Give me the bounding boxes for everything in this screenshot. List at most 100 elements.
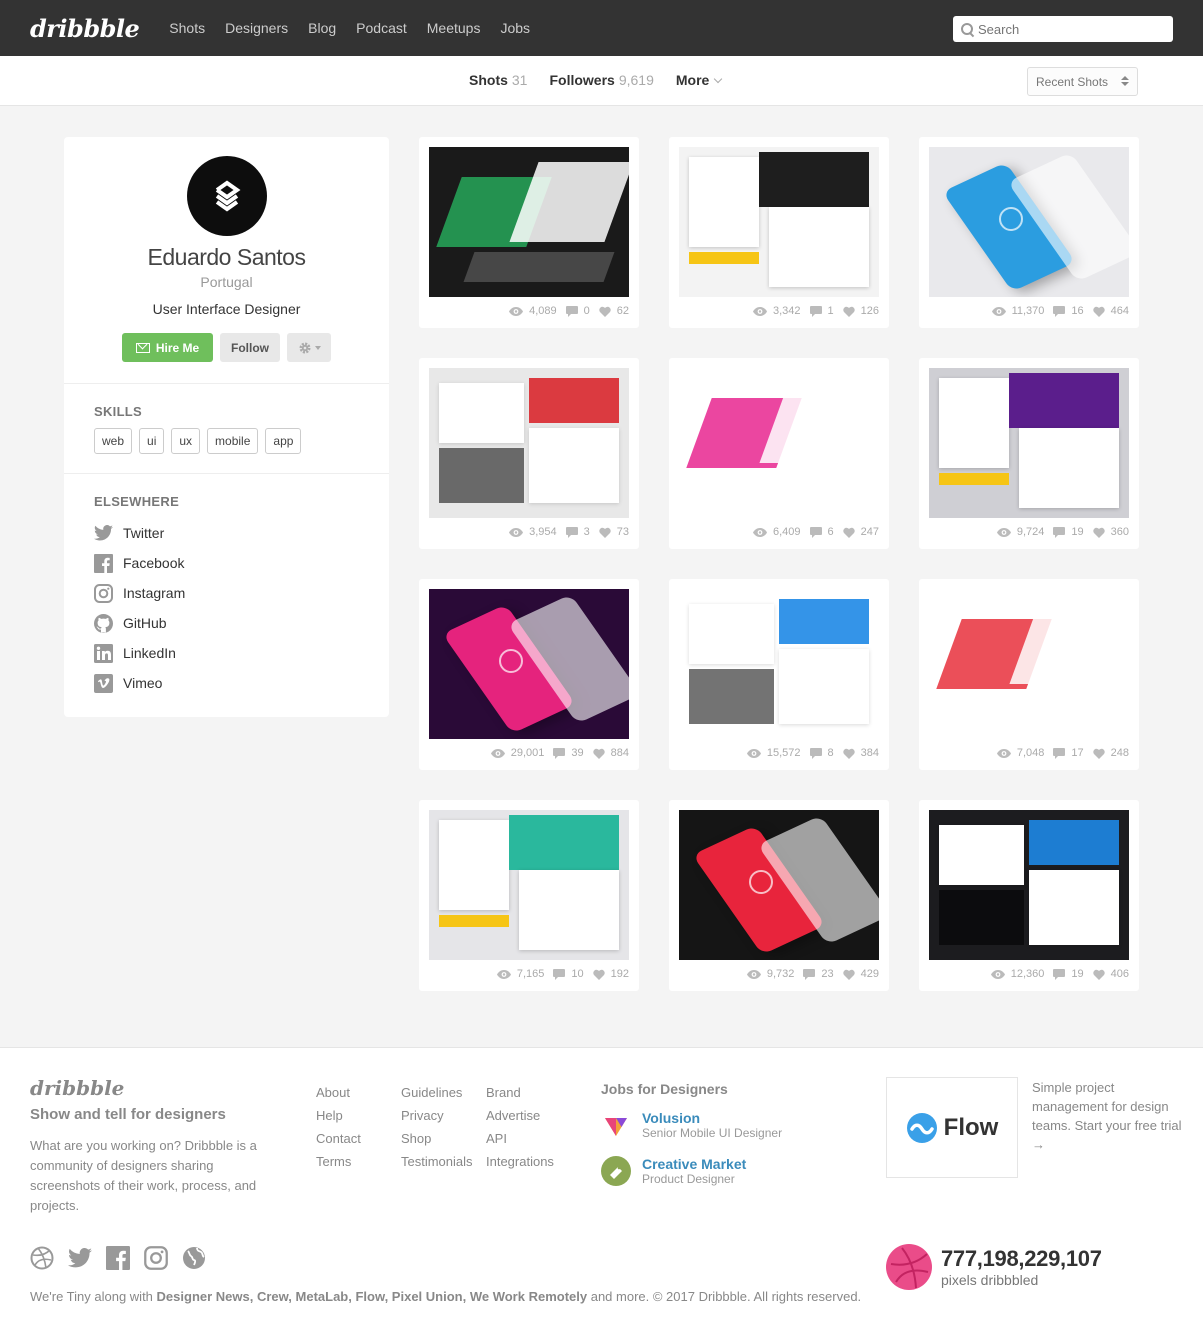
- shot-thumbnail[interactable]: [679, 810, 879, 960]
- skill-tag[interactable]: ux: [171, 428, 201, 454]
- facebook-icon[interactable]: [106, 1246, 130, 1270]
- elsewhere-instagram[interactable]: Instagram: [94, 578, 359, 608]
- shot-card[interactable]: 11,370 16 464: [919, 137, 1139, 328]
- elsewhere-linkedin[interactable]: LinkedIn: [94, 638, 359, 668]
- nav-jobs[interactable]: Jobs: [500, 20, 530, 36]
- comments-stat[interactable]: 19: [1053, 526, 1084, 538]
- views-stat[interactable]: 7,048: [996, 747, 1044, 759]
- views-stat[interactable]: 11,370: [991, 305, 1044, 317]
- flow-ad-text[interactable]: Simple project management for design tea…: [1032, 1078, 1182, 1154]
- profile-location[interactable]: Portugal: [64, 274, 389, 290]
- shot-thumbnail[interactable]: [679, 368, 879, 518]
- views-stat[interactable]: 7,165: [496, 968, 544, 980]
- likes-stat[interactable]: 429: [842, 968, 879, 980]
- elsewhere-facebook[interactable]: Facebook: [94, 548, 359, 578]
- views-stat[interactable]: 15,572: [746, 747, 801, 759]
- shot-thumbnail[interactable]: [929, 147, 1129, 297]
- follow-button[interactable]: Follow: [220, 333, 280, 362]
- elsewhere-vimeo[interactable]: Vimeo: [94, 668, 359, 698]
- views-stat[interactable]: 6,409: [752, 526, 801, 538]
- nav-shots[interactable]: Shots: [169, 20, 205, 36]
- jobs-title[interactable]: Jobs for Designers: [601, 1081, 728, 1097]
- footer-link-brand[interactable]: Brand: [486, 1081, 554, 1104]
- views-stat[interactable]: 3,954: [509, 526, 557, 538]
- footer-logo[interactable]: dribbble: [30, 1076, 124, 1100]
- likes-stat[interactable]: 62: [599, 305, 629, 317]
- likes-stat[interactable]: 360: [1092, 526, 1129, 538]
- footer-link-about[interactable]: About: [316, 1081, 361, 1104]
- dribbble-icon[interactable]: [30, 1246, 54, 1270]
- comments-stat[interactable]: 3: [565, 526, 590, 538]
- hire-me-button[interactable]: Hire Me: [122, 333, 213, 362]
- footer-link-testimonials[interactable]: Testimonials: [401, 1150, 473, 1173]
- tab-followers[interactable]: Followers 9,619: [549, 72, 653, 88]
- job-listing[interactable]: Volusion Senior Mobile UI Designer: [601, 1110, 782, 1140]
- nav-blog[interactable]: Blog: [308, 20, 336, 36]
- instagram-icon[interactable]: [144, 1246, 168, 1270]
- job-listing[interactable]: Creative Market Product Designer: [601, 1156, 746, 1186]
- footer-link-integrations[interactable]: Integrations: [486, 1150, 554, 1173]
- shot-card[interactable]: 12,360 19 406: [919, 800, 1139, 991]
- shot-thumbnail[interactable]: [429, 589, 629, 739]
- twitter-icon[interactable]: [68, 1246, 92, 1270]
- comments-stat[interactable]: 16: [1053, 305, 1084, 317]
- shot-thumbnail[interactable]: [929, 810, 1129, 960]
- comments-stat[interactable]: 17: [1053, 747, 1084, 759]
- footer-link-privacy[interactable]: Privacy: [401, 1104, 473, 1127]
- comments-stat[interactable]: 39: [553, 747, 584, 759]
- footer-link-api[interactable]: API: [486, 1127, 554, 1150]
- tab-shots[interactable]: Shots 31: [469, 72, 527, 88]
- shot-card[interactable]: 7,048 17 248: [919, 579, 1139, 770]
- skill-tag[interactable]: web: [94, 428, 133, 454]
- skill-tag[interactable]: mobile: [207, 428, 259, 454]
- avatar[interactable]: [186, 156, 267, 236]
- views-stat[interactable]: 12,360: [990, 968, 1044, 980]
- likes-stat[interactable]: 406: [1092, 968, 1129, 980]
- shot-card[interactable]: 15,572 8 384: [669, 579, 889, 770]
- likes-stat[interactable]: 884: [592, 747, 629, 759]
- likes-stat[interactable]: 247: [842, 526, 879, 538]
- likes-stat[interactable]: 384: [842, 747, 879, 759]
- comments-stat[interactable]: 6: [809, 526, 834, 538]
- search-input[interactable]: [978, 21, 1158, 37]
- shot-card[interactable]: 4,089 0 62: [419, 137, 639, 328]
- shot-card[interactable]: 29,001 39 884: [419, 579, 639, 770]
- settings-dropdown-button[interactable]: [287, 333, 331, 362]
- comments-stat[interactable]: 1: [809, 305, 834, 317]
- shot-thumbnail[interactable]: [929, 368, 1129, 518]
- nav-designers[interactable]: Designers: [225, 20, 288, 36]
- comments-stat[interactable]: 0: [565, 305, 590, 317]
- footer-link-shop[interactable]: Shop: [401, 1127, 473, 1150]
- comments-stat[interactable]: 10: [553, 968, 584, 980]
- shot-thumbnail[interactable]: [429, 810, 629, 960]
- shot-card[interactable]: 7,165 10 192: [419, 800, 639, 991]
- skill-tag[interactable]: app: [265, 428, 302, 454]
- views-stat[interactable]: 4,089: [509, 305, 557, 317]
- sister-sites[interactable]: Designer News, Crew, MetaLab, Flow, Pixe…: [157, 1289, 588, 1304]
- comments-stat[interactable]: 23: [803, 968, 834, 980]
- likes-stat[interactable]: 126: [842, 305, 879, 317]
- nav-podcast[interactable]: Podcast: [356, 20, 407, 36]
- likes-stat[interactable]: 192: [592, 968, 629, 980]
- shot-card[interactable]: 9,724 19 360: [919, 358, 1139, 549]
- views-stat[interactable]: 9,724: [996, 526, 1044, 538]
- search-box[interactable]: [953, 16, 1173, 42]
- footer-link-guidelines[interactable]: Guidelines: [401, 1081, 473, 1104]
- shot-thumbnail[interactable]: [679, 147, 879, 297]
- likes-stat[interactable]: 248: [1092, 747, 1129, 759]
- sort-select[interactable]: Recent Shots: [1027, 67, 1138, 96]
- job-company[interactable]: Creative Market: [642, 1156, 746, 1172]
- footer-link-terms[interactable]: Terms: [316, 1150, 361, 1173]
- comments-stat[interactable]: 19: [1053, 968, 1084, 980]
- footer-link-contact[interactable]: Contact: [316, 1127, 361, 1150]
- shot-thumbnail[interactable]: [679, 589, 879, 739]
- shot-card[interactable]: 3,954 3 73: [419, 358, 639, 549]
- likes-stat[interactable]: 73: [599, 526, 629, 538]
- dribbble-logo[interactable]: dribbble: [30, 14, 140, 43]
- shot-thumbnail[interactable]: [429, 368, 629, 518]
- views-stat[interactable]: 3,342: [752, 305, 801, 317]
- footer-link-advertise[interactable]: Advertise: [486, 1104, 554, 1127]
- footer-link-help[interactable]: Help: [316, 1104, 361, 1127]
- flow-ad[interactable]: Flow: [886, 1077, 1018, 1178]
- tab-more[interactable]: More: [676, 72, 723, 88]
